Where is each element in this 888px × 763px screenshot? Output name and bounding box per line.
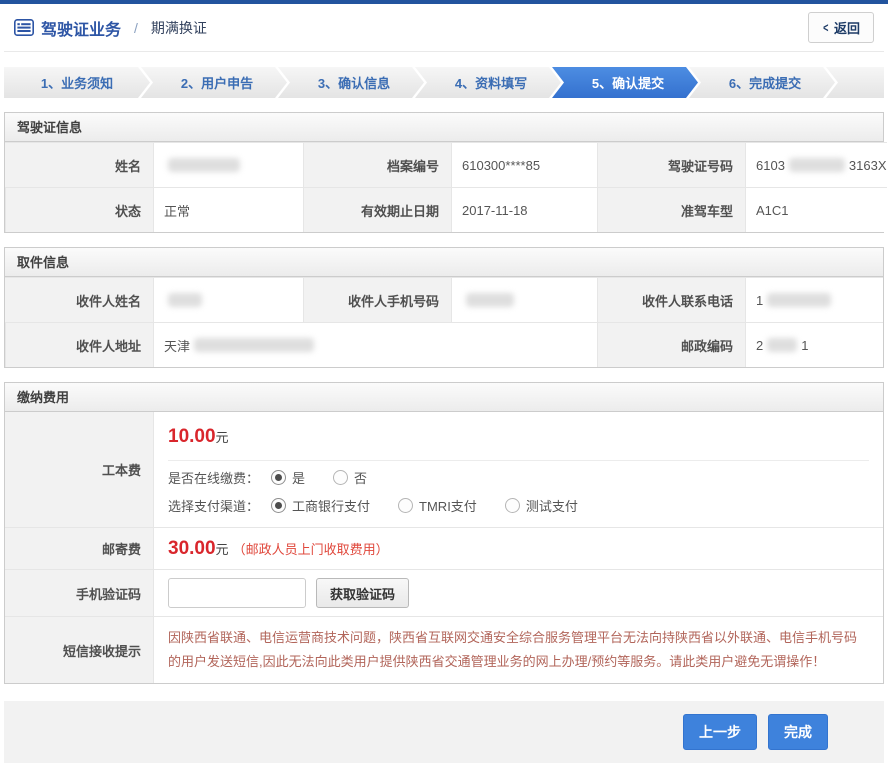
production-fee-cell: 10.00元 是否在线缴费： 是 否 选择支付渠道： 工商银行支付 bbox=[153, 412, 883, 527]
redacted-recipient-address bbox=[194, 338, 314, 352]
license-no-value: 6103 3163X bbox=[745, 142, 887, 187]
step-3-label: 3、确认信息 bbox=[318, 73, 390, 92]
recipient-phone-prefix: 1 bbox=[756, 293, 763, 308]
recipient-name-label: 收件人姓名 bbox=[5, 277, 153, 322]
radio-icbc-label: 工商银行支付 bbox=[292, 496, 370, 515]
redacted-recipient-name bbox=[168, 293, 202, 307]
recipient-phone-value: 1 bbox=[745, 277, 883, 322]
radio-unselected-icon bbox=[398, 498, 413, 513]
license-no-suffix: 3163X bbox=[849, 158, 887, 173]
step-2-label: 2、用户申告 bbox=[181, 73, 253, 92]
status-label: 状态 bbox=[5, 187, 153, 232]
recipient-mobile-label: 收件人手机号码 bbox=[303, 277, 451, 322]
redacted-name bbox=[168, 158, 240, 172]
postage-fee-cell: 30.00元 （邮政人员上门收取费用） bbox=[153, 527, 883, 569]
radio-no-label: 否 bbox=[354, 468, 367, 487]
vehicle-class-label: 准驾车型 bbox=[597, 187, 745, 232]
footer-action-bar: 上一步 完成 bbox=[4, 701, 884, 763]
file-no-label: 档案编号 bbox=[303, 142, 451, 187]
production-fee-label: 工本费 bbox=[5, 412, 153, 527]
vehicle-class-value: A1C1 bbox=[745, 187, 887, 232]
postal-code-suffix: 1 bbox=[801, 338, 808, 353]
radio-selected-icon bbox=[271, 470, 286, 485]
sms-code-label: 手机验证码 bbox=[5, 569, 153, 616]
radio-channel-icbc[interactable]: 工商银行支付 bbox=[271, 496, 370, 515]
radio-test-label: 测试支付 bbox=[526, 496, 578, 515]
postal-code-label: 邮政编码 bbox=[597, 322, 745, 367]
radio-selected-icon bbox=[271, 498, 286, 513]
postage-fee-label: 邮寄费 bbox=[5, 527, 153, 569]
status-value: 正常 bbox=[153, 187, 303, 232]
step-1-label: 1、业务须知 bbox=[41, 73, 113, 92]
recipient-address-value: 天津 bbox=[153, 322, 597, 367]
postal-code-prefix: 2 bbox=[756, 338, 763, 353]
fee-section: 缴纳费用 工本费 10.00元 是否在线缴费： 是 否 选择支付渠道： bbox=[4, 382, 884, 684]
sms-notice-label: 短信接收提示 bbox=[5, 616, 153, 683]
back-button-label: 返回 bbox=[834, 18, 860, 37]
name-value bbox=[153, 142, 303, 187]
step-1-tab[interactable]: 1、业务须知 bbox=[4, 67, 150, 98]
step-navigation: 1、业务须知 2、用户申告 3、确认信息 4、资料填写 5、确认提交 6、完成提… bbox=[4, 67, 884, 98]
recipient-address-prefix: 天津 bbox=[164, 336, 190, 355]
sms-notice-text: 因陕西省联通、电信运营商技术问题，陕西省互联网交通安全综合服务管理平台无法向持陕… bbox=[168, 617, 869, 683]
step-5-label: 5、确认提交 bbox=[592, 73, 664, 92]
breadcrumb-current: 期满换证 bbox=[151, 18, 207, 38]
license-no-prefix: 6103 bbox=[756, 158, 785, 173]
redacted-postal-code bbox=[767, 338, 797, 352]
step-6-label: 6、完成提交 bbox=[729, 73, 801, 92]
back-chevron-icon: < bbox=[824, 20, 829, 35]
sms-code-input[interactable] bbox=[168, 578, 306, 608]
step-3-tab[interactable]: 3、确认信息 bbox=[278, 67, 424, 98]
recipient-address-label: 收件人地址 bbox=[5, 322, 153, 367]
radio-unselected-icon bbox=[333, 470, 348, 485]
file-no-value: 610300****85 bbox=[451, 142, 597, 187]
step-5-tab-active[interactable]: 5、确认提交 bbox=[552, 67, 698, 98]
name-label: 姓名 bbox=[5, 142, 153, 187]
radio-online-pay-no[interactable]: 否 bbox=[333, 468, 367, 487]
page-title: 驾驶证业务 bbox=[41, 16, 121, 40]
recipient-phone-label: 收件人联系电话 bbox=[597, 277, 745, 322]
finish-button[interactable]: 完成 bbox=[768, 714, 828, 750]
license-list-icon bbox=[14, 19, 34, 36]
radio-online-pay-yes[interactable]: 是 bbox=[271, 468, 305, 487]
get-sms-code-button[interactable]: 获取验证码 bbox=[316, 578, 409, 608]
radio-unselected-icon bbox=[505, 498, 520, 513]
online-payment-question: 是否在线缴费： bbox=[168, 468, 259, 487]
payment-channel-question: 选择支付渠道： bbox=[168, 496, 259, 515]
redacted-recipient-phone bbox=[767, 293, 831, 307]
back-button[interactable]: < 返回 bbox=[808, 12, 874, 43]
postage-fee-amount: 30.00 bbox=[168, 538, 216, 560]
valid-until-value: 2017-11-18 bbox=[451, 187, 597, 232]
step-4-label: 4、资料填写 bbox=[455, 73, 527, 92]
production-fee-amount: 10.00 bbox=[168, 426, 216, 447]
valid-until-label: 有效期止日期 bbox=[303, 187, 451, 232]
postage-fee-note: （邮政人员上门收取费用） bbox=[233, 539, 389, 558]
radio-tmri-label: TMRI支付 bbox=[419, 496, 477, 515]
sms-code-cell: 获取验证码 bbox=[153, 569, 883, 616]
license-info-section: 驾驶证信息 姓名 档案编号 610300****85 驾驶证号码 6103 31… bbox=[4, 112, 884, 233]
previous-step-button[interactable]: 上一步 bbox=[683, 714, 757, 750]
step-2-tab[interactable]: 2、用户申告 bbox=[141, 67, 287, 98]
pickup-section-title: 取件信息 bbox=[5, 248, 883, 277]
redacted-license-no bbox=[789, 158, 845, 172]
recipient-mobile-value bbox=[451, 277, 597, 322]
recipient-name-value bbox=[153, 277, 303, 322]
step-4-tab[interactable]: 4、资料填写 bbox=[415, 67, 561, 98]
fee-section-title: 缴纳费用 bbox=[5, 383, 883, 412]
sms-notice-cell: 因陕西省联通、电信运营商技术问题，陕西省互联网交通安全综合服务管理平台无法向持陕… bbox=[153, 616, 883, 683]
pickup-info-section: 取件信息 收件人姓名 收件人手机号码 收件人联系电话 1 收件人地址 天津 邮政… bbox=[4, 247, 884, 368]
breadcrumb-divider: / bbox=[134, 20, 138, 36]
postal-code-value: 2 1 bbox=[745, 322, 883, 367]
step-6-tab[interactable]: 6、完成提交 bbox=[689, 67, 835, 98]
radio-channel-test[interactable]: 测试支付 bbox=[505, 496, 578, 515]
production-fee-unit: 元 bbox=[216, 430, 229, 445]
license-section-title: 驾驶证信息 bbox=[5, 113, 883, 142]
radio-yes-label: 是 bbox=[292, 468, 305, 487]
license-no-label: 驾驶证号码 bbox=[597, 142, 745, 187]
redacted-recipient-mobile bbox=[466, 293, 514, 307]
page-header: 驾驶证业务 / 期满换证 < 返回 bbox=[4, 4, 884, 52]
postage-fee-unit: 元 bbox=[216, 539, 229, 558]
radio-channel-tmri[interactable]: TMRI支付 bbox=[398, 496, 477, 515]
